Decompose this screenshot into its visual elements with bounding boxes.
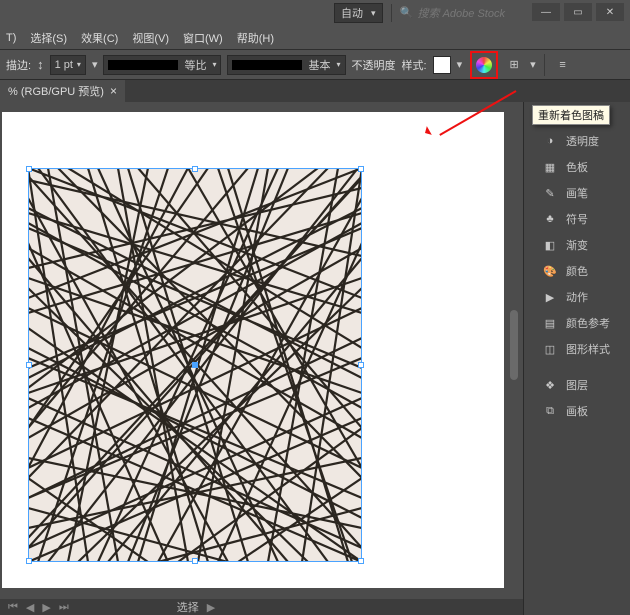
nav-prev-icon[interactable]: ◀ (26, 601, 34, 614)
search-icon[interactable]: 🔍 (400, 6, 414, 20)
workspace-label: 自动 (341, 5, 363, 21)
search-placeholder[interactable]: 搜索 Adobe Stock (418, 5, 505, 21)
profile-label: 等比 (184, 57, 206, 73)
graphic-styles-icon: ◫ (542, 341, 558, 357)
panel-transparency[interactable]: ◑透明度 (524, 128, 630, 154)
panel-graphic-styles[interactable]: ◫图形样式 (524, 336, 630, 362)
menu-more-button[interactable]: ≡ (553, 55, 573, 75)
align-button[interactable]: ⊞ (504, 55, 524, 75)
menu-effect[interactable]: 效果(C) (81, 30, 118, 46)
panel-separator (524, 362, 630, 372)
panel-swatches[interactable]: ▦色板 (524, 154, 630, 180)
stroke-profile-preview (108, 60, 178, 70)
status-bar: ⏮ ◀ ▶ ⏭ 选择 ▶ (0, 599, 523, 615)
color-wheel-icon (476, 57, 492, 73)
nav-first-icon[interactable]: ⏮ (8, 601, 18, 614)
swatches-icon: ▦ (542, 159, 558, 175)
style-label: 样式: (402, 57, 427, 73)
gradient-icon: ◧ (542, 237, 558, 253)
nav-last-icon[interactable]: ⏭ (59, 601, 69, 614)
chevron-down-icon: ▾ (336, 60, 340, 69)
crosshatch-pattern (28, 168, 362, 562)
window-minimize-button[interactable]: — (532, 3, 560, 21)
chevron-down-icon[interactable]: ▾ (457, 58, 463, 71)
menu-view[interactable]: 视图(V) (132, 30, 169, 46)
canvas-area[interactable] (0, 102, 523, 599)
window-close-button[interactable]: ✕ (596, 3, 624, 21)
recolor-tooltip: 重新着色图稿 (532, 105, 610, 125)
panel-artboards[interactable]: ⧉画板 (524, 398, 630, 424)
vertical-scrollbar-thumb[interactable] (510, 310, 518, 380)
panel-brushes[interactable]: ✎画笔 (524, 180, 630, 206)
panel-symbols[interactable]: ♣符号 (524, 206, 630, 232)
menu-t[interactable]: T) (6, 32, 16, 44)
document-tab-bar: % (RGB/GPU 预览) × (0, 80, 630, 102)
brush-label: 基本 (308, 57, 330, 73)
color-icon: 🎨 (542, 263, 558, 279)
panel-gradient[interactable]: ◧渐变 (524, 232, 630, 258)
stroke-weight-combo[interactable]: 1 pt ▾ (50, 55, 86, 75)
right-panel-dock: 重新着色图稿 ◑透明度 ▦色板 ✎画笔 ♣符号 ◧渐变 🎨颜色 ▶动作 ▤颜色参… (523, 102, 630, 615)
chevron-down-icon: ▾ (371, 8, 376, 19)
document-tab[interactable]: % (RGB/GPU 预览) × (0, 80, 125, 102)
menu-bar: T) 选择(S) 效果(C) 视图(V) 窗口(W) 帮助(H) (0, 26, 630, 50)
artboard[interactable] (2, 112, 504, 588)
status-tool: 选择 (177, 599, 199, 615)
status-next-icon[interactable]: ▶ (207, 601, 215, 614)
color-guide-icon: ▤ (542, 315, 558, 331)
separator (544, 54, 545, 76)
style-swatch[interactable] (433, 56, 451, 74)
chevron-down-icon: ▾ (77, 60, 81, 69)
close-icon[interactable]: × (110, 84, 117, 98)
menu-window[interactable]: 窗口(W) (183, 30, 223, 46)
separator (391, 4, 392, 22)
brush-preview (232, 60, 302, 70)
menu-help[interactable]: 帮助(H) (237, 30, 274, 46)
profile-combo[interactable]: 等比 ▾ (103, 55, 221, 75)
selected-pattern-rect[interactable] (28, 168, 362, 562)
menu-select[interactable]: 选择(S) (30, 30, 67, 46)
brush-combo[interactable]: 基本 ▾ (227, 55, 345, 75)
recolor-artwork-button[interactable] (470, 51, 498, 79)
panel-layers[interactable]: ❖图层 (524, 372, 630, 398)
artboards-icon: ⧉ (542, 403, 558, 419)
symbols-icon: ♣ (542, 211, 558, 227)
nav-next-icon[interactable]: ▶ (42, 601, 50, 614)
chevron-down-icon[interactable]: ▾ (530, 58, 536, 71)
opacity-label[interactable]: 不透明度 (352, 57, 396, 73)
actions-icon: ▶ (542, 289, 558, 305)
tab-title: % (RGB/GPU 预览) (8, 83, 104, 99)
link-icon[interactable]: ↕ (37, 57, 44, 72)
layers-icon: ❖ (542, 377, 558, 393)
workspace-switcher[interactable]: 自动 ▾ (334, 3, 383, 23)
brushes-icon: ✎ (542, 185, 558, 201)
stroke-weight-value: 1 pt (55, 59, 73, 71)
panel-color[interactable]: 🎨颜色 (524, 258, 630, 284)
options-bar: 描边: ↕ 1 pt ▾ ▾ 等比 ▾ 基本 ▾ 不透明度 样式: ▾ ⊞ ▾ … (0, 50, 630, 80)
transparency-icon: ◑ (542, 133, 558, 149)
chevron-down-icon[interactable]: ▾ (92, 58, 98, 71)
panel-color-guide[interactable]: ▤颜色参考 (524, 310, 630, 336)
stroke-label: 描边: (6, 57, 31, 73)
panel-actions[interactable]: ▶动作 (524, 284, 630, 310)
window-maximize-button[interactable]: ▭ (564, 3, 592, 21)
chevron-down-icon: ▾ (212, 60, 216, 69)
